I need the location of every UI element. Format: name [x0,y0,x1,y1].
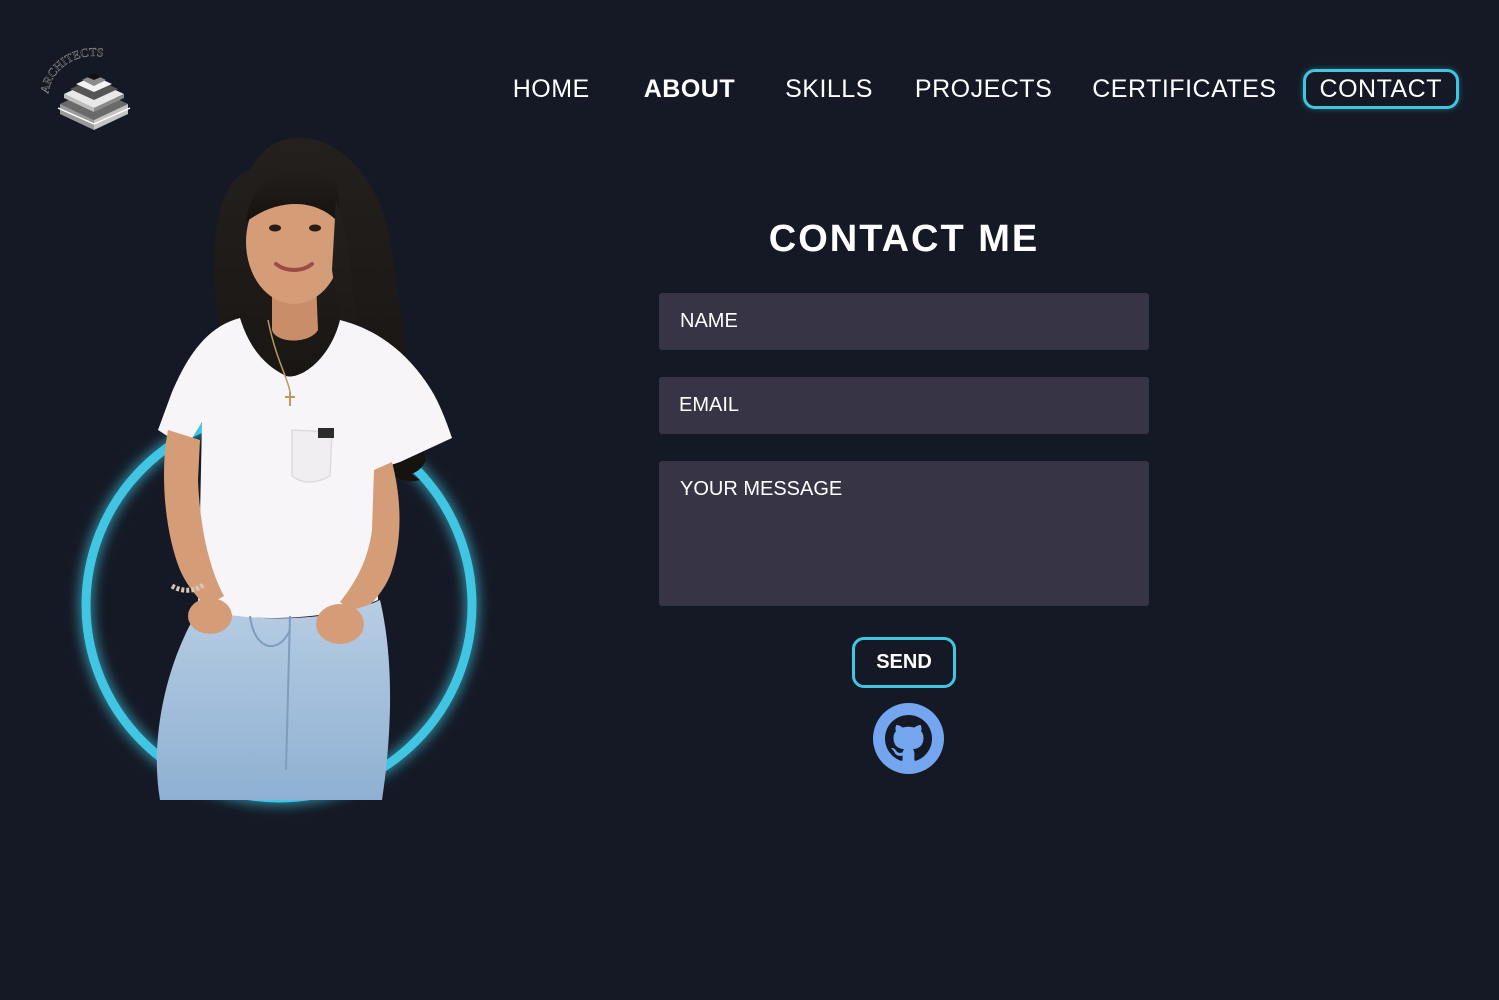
nav-skills[interactable]: SKILLS [771,70,887,108]
person-portrait-photo [81,137,477,803]
main-nav: HOME ABOUT SKILLS PROJECTS CERTIFICATES … [499,68,1459,110]
github-icon [873,703,944,774]
nav-about[interactable]: ABOUT [630,70,749,108]
profile-portrait [40,130,520,830]
logo-icon: ARCHITECTS [40,46,131,130]
message-textarea[interactable] [659,461,1149,606]
nav-projects[interactable]: PROJECTS [901,70,1066,108]
send-button[interactable]: SEND [852,637,956,688]
architects-logo[interactable]: ARCHITECTS [40,46,148,136]
contact-page: ARCHITECTS HOME ABOUT SKILLS PROJECTS CE… [0,0,1499,1000]
contact-title: CONTACT ME [768,218,1040,260]
name-input[interactable] [659,293,1149,350]
nav-certificates[interactable]: CERTIFICATES [1078,70,1290,108]
nav-home[interactable]: HOME [499,70,604,108]
email-input[interactable] [659,377,1149,434]
github-link[interactable] [873,703,944,774]
nav-contact[interactable]: CONTACT [1302,69,1459,109]
